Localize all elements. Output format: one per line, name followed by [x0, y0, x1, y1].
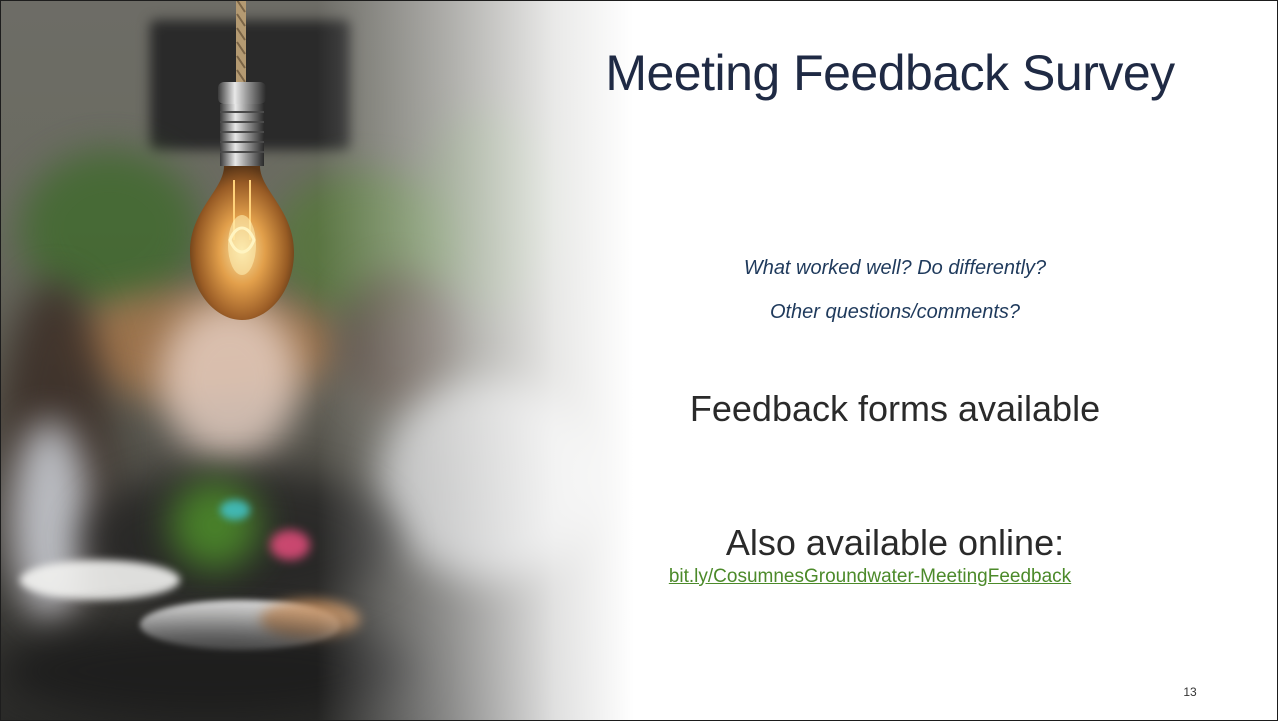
forms-available-text: Feedback forms available — [689, 388, 1101, 429]
page-number: 13 — [1183, 685, 1197, 699]
meeting-photo — [0, 0, 660, 721]
slide: Meeting Feedback Survey What worked well… — [0, 0, 1278, 721]
online-availability-text: Also available online: — [725, 522, 1065, 563]
feedback-link[interactable]: bit.ly/CosumnesGroundwater-MeetingFeedba… — [560, 566, 1180, 588]
question-line: Other questions/comments? — [769, 301, 1021, 323]
slide-title: Meeting Feedback Survey — [605, 45, 1175, 101]
feedback-questions: What worked well? Do differently? Other … — [600, 246, 1190, 334]
question-line: What worked well? Do differently? — [743, 257, 1047, 279]
